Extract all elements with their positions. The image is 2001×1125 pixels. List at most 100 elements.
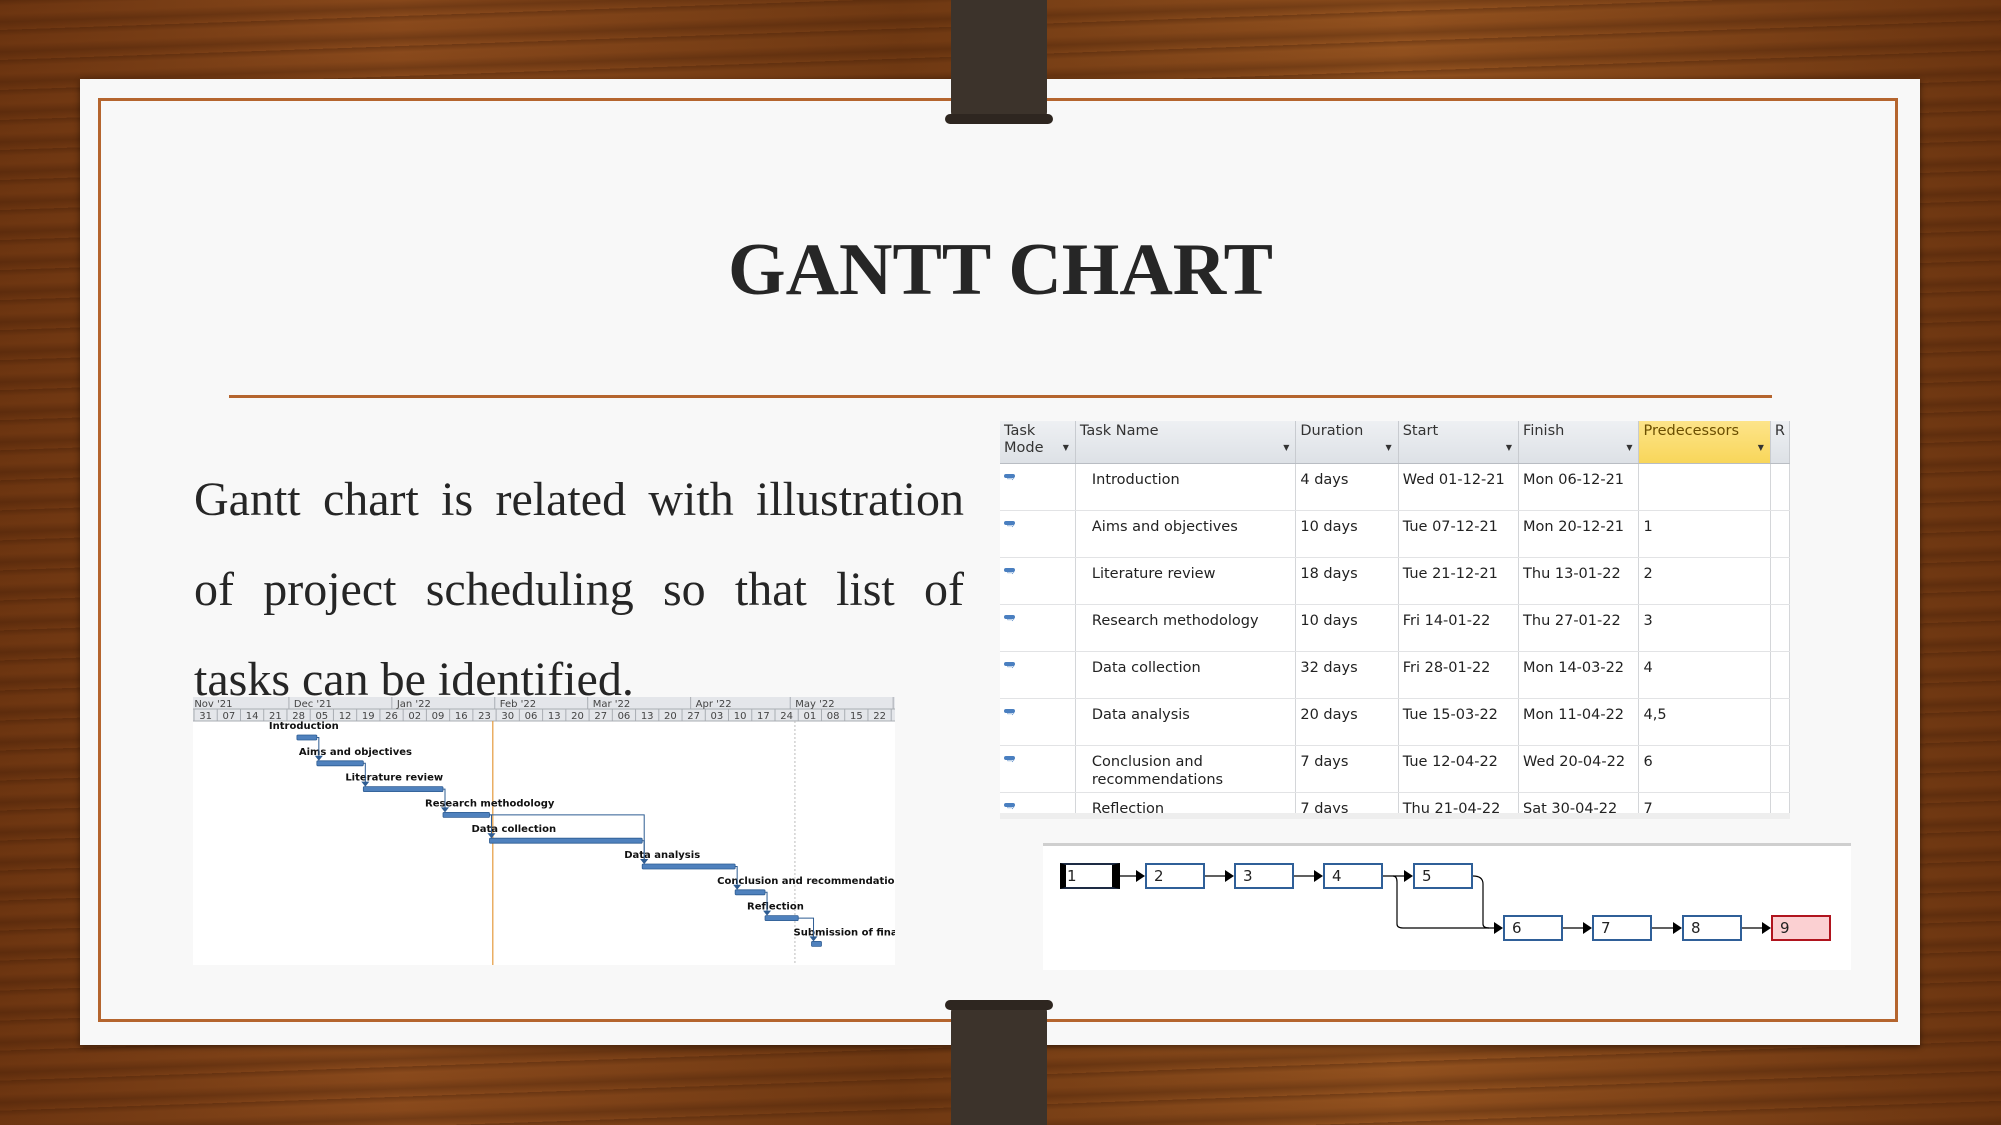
task-duration-cell[interactable]: 18 days [1295, 557, 1399, 605]
task-name-cell[interactable]: Conclusion and recommendations [1075, 745, 1297, 793]
col-header-finish[interactable]: Finish ▼ [1518, 421, 1640, 464]
week-tick-label: 10 [734, 711, 747, 722]
table-row[interactable]: Introduction4 daysWed 01-12-21Mon 06-12-… [1000, 463, 1790, 511]
task-mode-cell[interactable] [1000, 651, 1076, 699]
week-tick-label: 17 [757, 711, 770, 722]
task-resource-cell[interactable] [1770, 463, 1790, 511]
task-pred-cell[interactable]: 3 [1638, 604, 1771, 652]
col-header-predecessors[interactable]: Predecessors ▼ [1638, 421, 1771, 464]
network-node[interactable]: 9 [1771, 915, 1831, 941]
dropdown-arrow-icon[interactable]: ▼ [1063, 439, 1069, 456]
week-tick-label: 22 [873, 711, 886, 722]
gantt-bar [316, 760, 364, 767]
task-mode-cell[interactable] [1000, 745, 1076, 793]
task-pred-cell[interactable]: 1 [1638, 510, 1771, 558]
gantt-chart: 31 07 14 21 28 05 12 19 26 02 09 16 23 30 06 13 20 27 06 13… [193, 697, 895, 965]
task-duration-cell[interactable]: 20 days [1295, 698, 1399, 746]
col-header-duration[interactable]: Duration ▼ [1295, 421, 1399, 464]
week-tick-label: 14 [246, 711, 259, 722]
table-row[interactable]: Research methodology10 daysFri 14-01-22T… [1000, 604, 1790, 652]
task-pred-cell[interactable]: 6 [1638, 745, 1771, 793]
task-name-cell[interactable]: Data analysis [1075, 698, 1297, 746]
task-start-cell[interactable]: Fri 14-01-22 [1398, 604, 1520, 652]
task-start-cell[interactable]: Tue 12-04-22 [1398, 745, 1520, 793]
task-resource-cell[interactable] [1770, 510, 1790, 558]
network-node[interactable]: 4 [1323, 863, 1383, 889]
week-tick-label: 30 [501, 711, 514, 722]
gantt-bar [296, 734, 318, 741]
table-row[interactable]: Aims and objectives10 daysTue 07-12-21Mo… [1000, 510, 1790, 558]
task-name-cell[interactable]: Introduction [1075, 463, 1297, 511]
network-node[interactable]: 7 [1592, 915, 1652, 941]
gantt-bar-label: Submission of final report [794, 927, 895, 938]
task-finish-cell[interactable]: Mon 06-12-21 [1518, 463, 1640, 511]
task-start-cell[interactable]: Tue 07-12-21 [1398, 510, 1520, 558]
dropdown-arrow-icon[interactable]: ▼ [1506, 439, 1512, 456]
task-finish-cell[interactable]: Thu 13-01-22 [1518, 557, 1640, 605]
network-node[interactable]: 6 [1503, 915, 1563, 941]
table-row[interactable]: Data analysis20 daysTue 15-03-22Mon 11-0… [1000, 698, 1790, 746]
task-duration-cell[interactable]: 32 days [1295, 651, 1399, 699]
task-duration-cell[interactable]: 10 days [1295, 604, 1399, 652]
arrowhead-icon [1583, 922, 1592, 934]
dropdown-arrow-icon[interactable]: ▼ [1386, 439, 1392, 456]
slide-title: GANTT CHART [728, 229, 1273, 311]
arrowhead-icon [1673, 922, 1682, 934]
task-name-cell[interactable]: Data collection [1075, 651, 1297, 699]
dropdown-arrow-icon[interactable]: ▼ [1283, 439, 1289, 456]
task-mode-cell[interactable] [1000, 557, 1076, 605]
month-tick-label: Mar '22 [593, 699, 631, 710]
task-finish-cell[interactable]: Wed 20-04-22 [1518, 745, 1640, 793]
table-row[interactable]: Data collection32 daysFri 28-01-22Mon 14… [1000, 651, 1790, 699]
network-node[interactable]: 3 [1234, 863, 1294, 889]
col-header-task-name[interactable]: Task Name ▼ [1075, 421, 1297, 464]
task-mode-cell[interactable] [1000, 463, 1076, 511]
table-row[interactable]: Literature review18 daysTue 21-12-21Thu … [1000, 557, 1790, 605]
task-duration-cell[interactable]: 10 days [1295, 510, 1399, 558]
task-start-cell[interactable]: Wed 01-12-21 [1398, 463, 1520, 511]
task-mode-cell[interactable] [1000, 604, 1076, 652]
task-start-cell[interactable]: Tue 21-12-21 [1398, 557, 1520, 605]
task-finish-cell[interactable]: Mon 20-12-21 [1518, 510, 1640, 558]
task-name-cell[interactable]: Aims and objectives [1075, 510, 1297, 558]
month-tick-label: Feb '22 [500, 699, 536, 710]
network-node[interactable]: 5 [1413, 863, 1473, 889]
task-resource-cell[interactable] [1770, 698, 1790, 746]
col-header-resource[interactable]: R [1770, 421, 1790, 464]
task-resource-cell[interactable] [1770, 745, 1790, 793]
table-header-row: Task Mode ▼ Task Name ▼ Duration ▼ Start ▼ F… [1000, 421, 1790, 464]
task-finish-cell[interactable]: Mon 11-04-22 [1518, 698, 1640, 746]
task-resource-cell[interactable] [1770, 651, 1790, 699]
dropdown-arrow-icon[interactable]: ▼ [1758, 439, 1764, 456]
task-start-cell[interactable]: Tue 15-03-22 [1398, 698, 1520, 746]
task-pred-cell[interactable]: 2 [1638, 557, 1771, 605]
col-header-task-mode[interactable]: Task Mode ▼ [1000, 421, 1076, 464]
table-row[interactable]: Conclusion and recommendations7 daysTue … [1000, 745, 1790, 793]
task-name-cell[interactable]: Research methodology [1075, 604, 1297, 652]
task-pred-cell[interactable] [1638, 463, 1771, 511]
gantt-bar-label: Data collection [471, 824, 556, 835]
network-node[interactable]: 2 [1145, 863, 1205, 889]
task-finish-cell[interactable]: Mon 14-03-22 [1518, 651, 1640, 699]
task-start-cell[interactable]: Fri 28-01-22 [1398, 651, 1520, 699]
dropdown-arrow-icon[interactable]: ▼ [1626, 439, 1632, 456]
dependency-arrow-icon [441, 807, 449, 813]
arrowhead-icon [1762, 922, 1771, 934]
task-name-cell[interactable]: Literature review [1075, 557, 1297, 605]
network-node[interactable]: 8 [1682, 915, 1742, 941]
auto-scheduled-icon [1004, 709, 1016, 719]
task-pred-cell[interactable]: 4,5 [1638, 698, 1771, 746]
task-pred-cell[interactable]: 4 [1638, 651, 1771, 699]
network-node[interactable]: 1 [1060, 863, 1120, 889]
task-resource-cell[interactable] [1770, 557, 1790, 605]
task-finish-cell[interactable]: Thu 27-01-22 [1518, 604, 1640, 652]
week-tick-label: 06 [618, 711, 631, 722]
week-tick-label: 06 [525, 711, 538, 722]
task-mode-cell[interactable] [1000, 698, 1076, 746]
arrowhead-icon [1314, 870, 1323, 882]
task-duration-cell[interactable]: 7 days [1295, 745, 1399, 793]
col-header-start[interactable]: Start ▼ [1398, 421, 1520, 464]
task-duration-cell[interactable]: 4 days [1295, 463, 1399, 511]
task-mode-cell[interactable] [1000, 510, 1076, 558]
task-resource-cell[interactable] [1770, 604, 1790, 652]
